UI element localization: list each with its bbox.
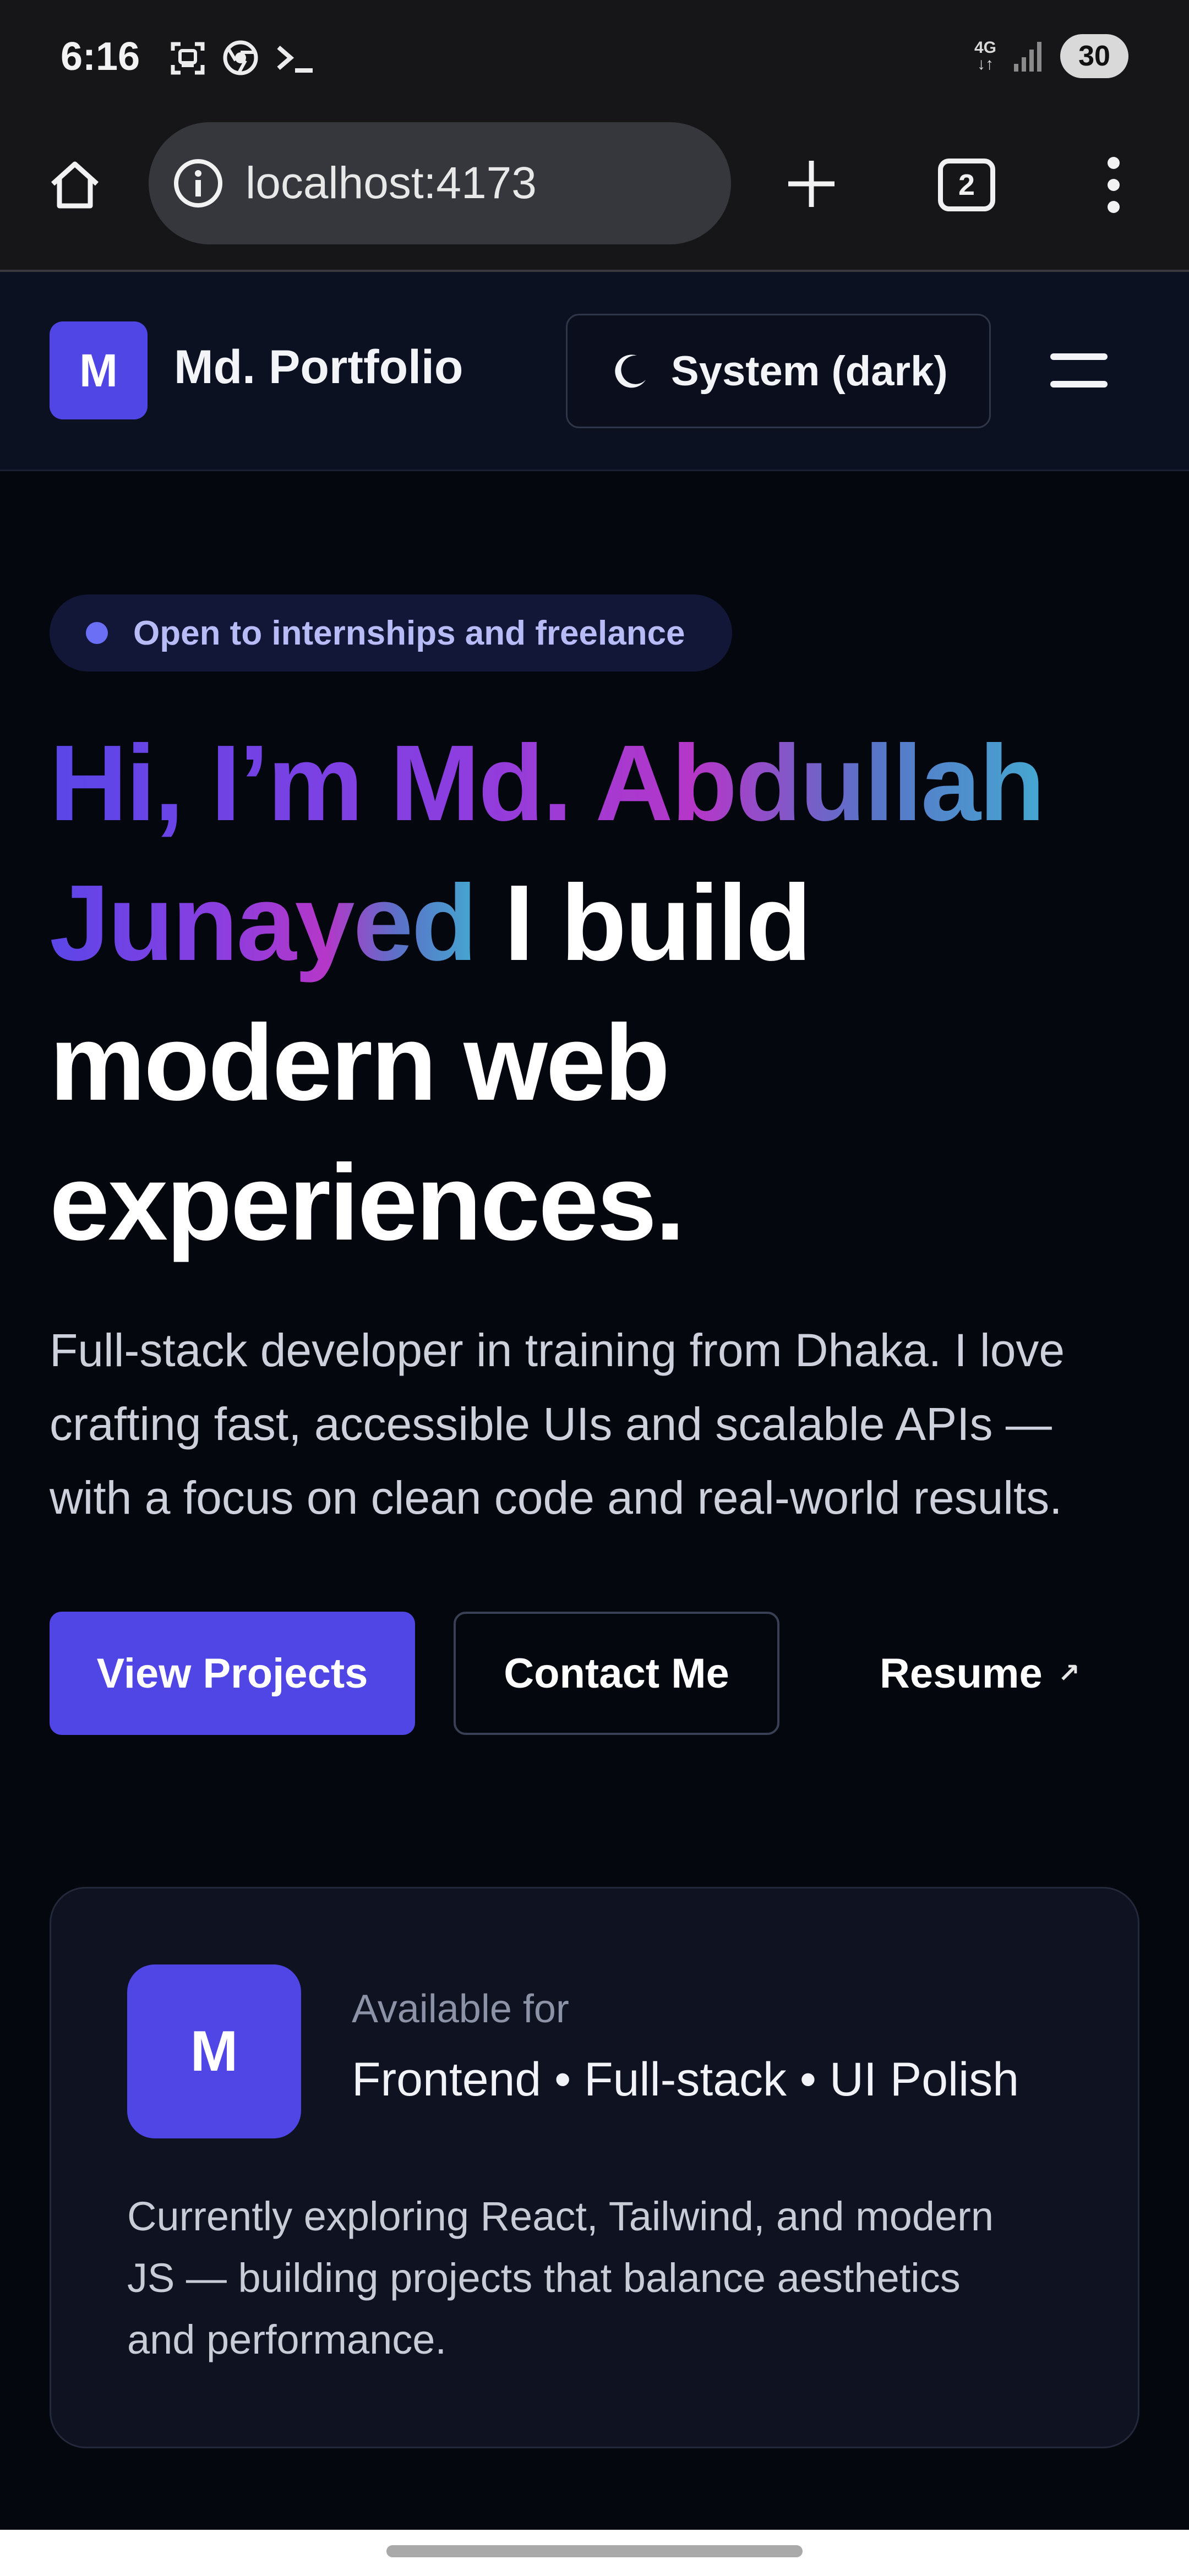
moon-icon xyxy=(615,354,646,388)
theme-toggle-label: System (dark) xyxy=(671,347,948,395)
network-4g-icon: 4G ↓↑ xyxy=(974,39,996,73)
tabs-icon[interactable]: 2 xyxy=(938,159,995,211)
hero-intro: Full-stack developer in training from Dh… xyxy=(50,1313,1161,1535)
signal-icon xyxy=(1014,42,1041,72)
navigation-gesture-area xyxy=(0,2530,1189,2576)
card-kicker: Available for xyxy=(352,1987,569,2031)
chrome-icon xyxy=(223,40,258,75)
url-text[interactable]: localhost:4173 xyxy=(246,157,537,209)
resume-link[interactable]: Resume ↗ xyxy=(826,1612,1134,1735)
view-projects-button[interactable]: View Projects xyxy=(50,1612,415,1735)
badge-label: Open to internships and freelance xyxy=(133,614,685,652)
headline-text-3: experiences. xyxy=(50,1142,685,1263)
screenshot-icon xyxy=(171,42,205,75)
terminal-icon xyxy=(277,45,313,73)
availability-badge: Open to internships and freelance xyxy=(50,594,732,672)
headline-text-1: I build xyxy=(476,863,812,983)
avatar: M xyxy=(127,1964,301,2138)
availability-card: M Available for Frontend • Full-stack • … xyxy=(50,1887,1139,2448)
new-tab-icon[interactable] xyxy=(784,156,839,211)
resume-label: Resume xyxy=(880,1650,1043,1697)
contact-me-button[interactable]: Contact Me xyxy=(454,1612,779,1735)
intro-line: crafting fast, accessible UIs and scalab… xyxy=(50,1398,1052,1450)
intro-line: Full-stack developer in training from Dh… xyxy=(50,1324,1065,1376)
card-title: Frontend • Full-stack • UI Polish xyxy=(352,2053,1019,2106)
info-icon[interactable] xyxy=(172,157,225,210)
intro-line: with a focus on clean code and real-worl… xyxy=(50,1472,1062,1524)
battery-icon: 30 xyxy=(1060,34,1128,78)
home-icon[interactable] xyxy=(46,156,103,214)
site-logo[interactable]: M xyxy=(50,321,148,419)
headline-text-2: modern web xyxy=(50,1002,670,1123)
address-bar[interactable]: localhost:4173 xyxy=(149,122,731,244)
status-bar: 6:16 4G ↓↑ 30 xyxy=(0,0,1189,122)
browser-toolbar: localhost:4173 2 xyxy=(0,122,1189,272)
card-body: Currently exploring React, Tailwind, and… xyxy=(127,2186,1096,2371)
hamburger-menu-icon[interactable] xyxy=(1050,349,1108,391)
external-link-icon: ↗ xyxy=(1057,1659,1080,1688)
gesture-handle[interactable] xyxy=(386,2545,803,2557)
hero-section: Open to internships and freelance Hi, I’… xyxy=(0,471,1189,2530)
theme-toggle-button[interactable]: System (dark) xyxy=(566,314,991,428)
headline-name-line-2: Junayed xyxy=(50,863,477,983)
status-time: 6:16 xyxy=(61,35,140,79)
card-body-line: JS — building projects that balance aest… xyxy=(127,2255,961,2301)
card-body-line: Currently exploring React, Tailwind, and… xyxy=(127,2193,994,2239)
overflow-menu-icon[interactable] xyxy=(1100,154,1127,216)
site-brand[interactable]: Md. Portfolio xyxy=(174,340,463,395)
card-body-line: and performance. xyxy=(127,2317,447,2362)
hero-headline: Hi, I’m Md. Abdullah Junayed I build moder… xyxy=(50,713,1150,1273)
status-system-icons: 4G ↓↑ 30 xyxy=(974,34,1128,78)
headline-name-line-1: Hi, I’m Md. Abdullah xyxy=(50,723,1045,843)
status-notification-icons xyxy=(170,40,315,76)
site-header: M Md. Portfolio System (dark) xyxy=(0,272,1189,471)
status-dot-icon xyxy=(86,622,108,644)
